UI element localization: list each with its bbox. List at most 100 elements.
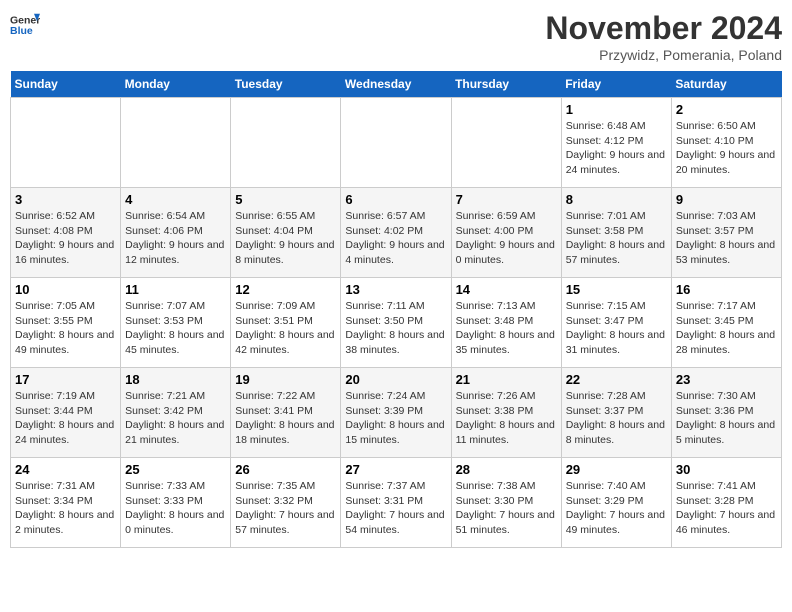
day-number: 4	[125, 192, 226, 207]
day-number: 14	[456, 282, 557, 297]
day-info: Sunrise: 6:54 AMSunset: 4:06 PMDaylight:…	[125, 209, 226, 268]
day-info: Sunrise: 7:38 AMSunset: 3:30 PMDaylight:…	[456, 479, 557, 538]
day-info: Sunrise: 7:24 AMSunset: 3:39 PMDaylight:…	[345, 389, 446, 448]
day-cell: 28 Sunrise: 7:38 AMSunset: 3:30 PMDayligh…	[451, 458, 561, 548]
day-header-monday: Monday	[121, 71, 231, 98]
day-number: 13	[345, 282, 446, 297]
day-cell	[11, 98, 121, 188]
day-number: 28	[456, 462, 557, 477]
day-cell	[121, 98, 231, 188]
month-title: November 2024	[545, 10, 782, 47]
day-info: Sunrise: 6:48 AMSunset: 4:12 PMDaylight:…	[566, 119, 667, 178]
calendar-table: SundayMondayTuesdayWednesdayThursdayFrid…	[10, 71, 782, 548]
day-info: Sunrise: 7:41 AMSunset: 3:28 PMDaylight:…	[676, 479, 777, 538]
day-number: 6	[345, 192, 446, 207]
day-number: 11	[125, 282, 226, 297]
day-info: Sunrise: 6:57 AMSunset: 4:02 PMDaylight:…	[345, 209, 446, 268]
day-header-saturday: Saturday	[671, 71, 781, 98]
subtitle: Przywidz, Pomerania, Poland	[545, 47, 782, 63]
day-info: Sunrise: 7:28 AMSunset: 3:37 PMDaylight:…	[566, 389, 667, 448]
week-row-2: 3 Sunrise: 6:52 AMSunset: 4:08 PMDaylight…	[11, 188, 782, 278]
day-info: Sunrise: 7:17 AMSunset: 3:45 PMDaylight:…	[676, 299, 777, 358]
day-cell: 11 Sunrise: 7:07 AMSunset: 3:53 PMDayligh…	[121, 278, 231, 368]
day-cell: 29 Sunrise: 7:40 AMSunset: 3:29 PMDayligh…	[561, 458, 671, 548]
day-number: 22	[566, 372, 667, 387]
day-cell: 14 Sunrise: 7:13 AMSunset: 3:48 PMDayligh…	[451, 278, 561, 368]
day-cell: 4 Sunrise: 6:54 AMSunset: 4:06 PMDaylight…	[121, 188, 231, 278]
day-cell: 23 Sunrise: 7:30 AMSunset: 3:36 PMDayligh…	[671, 368, 781, 458]
week-row-1: 1 Sunrise: 6:48 AMSunset: 4:12 PMDaylight…	[11, 98, 782, 188]
day-number: 7	[456, 192, 557, 207]
week-row-3: 10 Sunrise: 7:05 AMSunset: 3:55 PMDayligh…	[11, 278, 782, 368]
day-number: 8	[566, 192, 667, 207]
day-cell: 7 Sunrise: 6:59 AMSunset: 4:00 PMDaylight…	[451, 188, 561, 278]
day-info: Sunrise: 7:40 AMSunset: 3:29 PMDaylight:…	[566, 479, 667, 538]
day-number: 10	[15, 282, 116, 297]
day-number: 26	[235, 462, 336, 477]
day-info: Sunrise: 7:13 AMSunset: 3:48 PMDaylight:…	[456, 299, 557, 358]
day-cell: 26 Sunrise: 7:35 AMSunset: 3:32 PMDayligh…	[231, 458, 341, 548]
day-info: Sunrise: 7:19 AMSunset: 3:44 PMDaylight:…	[15, 389, 116, 448]
day-info: Sunrise: 7:37 AMSunset: 3:31 PMDaylight:…	[345, 479, 446, 538]
day-info: Sunrise: 6:55 AMSunset: 4:04 PMDaylight:…	[235, 209, 336, 268]
day-cell: 15 Sunrise: 7:15 AMSunset: 3:47 PMDayligh…	[561, 278, 671, 368]
day-cell: 25 Sunrise: 7:33 AMSunset: 3:33 PMDayligh…	[121, 458, 231, 548]
week-row-5: 24Sunrise: 7:31 AMSunset: 3:34 PMDayligh…	[11, 458, 782, 548]
day-info: Sunrise: 7:11 AMSunset: 3:50 PMDaylight:…	[345, 299, 446, 358]
day-cell: 2 Sunrise: 6:50 AMSunset: 4:10 PMDaylight…	[671, 98, 781, 188]
calendar-header-row: SundayMondayTuesdayWednesdayThursdayFrid…	[11, 71, 782, 98]
day-info: Sunrise: 7:26 AMSunset: 3:38 PMDaylight:…	[456, 389, 557, 448]
day-header-thursday: Thursday	[451, 71, 561, 98]
day-info: Sunrise: 7:07 AMSunset: 3:53 PMDaylight:…	[125, 299, 226, 358]
day-number: 17	[15, 372, 116, 387]
day-number: 1	[566, 102, 667, 117]
day-cell: 24Sunrise: 7:31 AMSunset: 3:34 PMDayligh…	[11, 458, 121, 548]
day-info: Sunrise: 7:31 AMSunset: 3:34 PMDaylight:…	[15, 479, 116, 538]
day-info: Sunrise: 6:50 AMSunset: 4:10 PMDaylight:…	[676, 119, 777, 178]
day-number: 19	[235, 372, 336, 387]
day-info: Sunrise: 6:52 AMSunset: 4:08 PMDaylight:…	[15, 209, 116, 268]
day-info: Sunrise: 7:03 AMSunset: 3:57 PMDaylight:…	[676, 209, 777, 268]
day-number: 29	[566, 462, 667, 477]
day-cell: 20 Sunrise: 7:24 AMSunset: 3:39 PMDayligh…	[341, 368, 451, 458]
day-number: 12	[235, 282, 336, 297]
logo: General Blue	[10, 10, 40, 40]
day-cell: 1 Sunrise: 6:48 AMSunset: 4:12 PMDaylight…	[561, 98, 671, 188]
day-number: 15	[566, 282, 667, 297]
day-number: 20	[345, 372, 446, 387]
day-cell: 30 Sunrise: 7:41 AMSunset: 3:28 PMDayligh…	[671, 458, 781, 548]
title-area: November 2024 Przywidz, Pomerania, Polan…	[545, 10, 782, 63]
day-info: Sunrise: 7:35 AMSunset: 3:32 PMDaylight:…	[235, 479, 336, 538]
day-number: 18	[125, 372, 226, 387]
day-cell: 10 Sunrise: 7:05 AMSunset: 3:55 PMDayligh…	[11, 278, 121, 368]
day-number: 2	[676, 102, 777, 117]
day-info: Sunrise: 6:59 AMSunset: 4:00 PMDaylight:…	[456, 209, 557, 268]
day-number: 3	[15, 192, 116, 207]
day-cell: 27 Sunrise: 7:37 AMSunset: 3:31 PMDayligh…	[341, 458, 451, 548]
day-info: Sunrise: 7:30 AMSunset: 3:36 PMDaylight:…	[676, 389, 777, 448]
day-header-wednesday: Wednesday	[341, 71, 451, 98]
day-cell: 16 Sunrise: 7:17 AMSunset: 3:45 PMDayligh…	[671, 278, 781, 368]
logo-icon: General Blue	[10, 10, 40, 40]
day-number: 30	[676, 462, 777, 477]
day-number: 16	[676, 282, 777, 297]
day-info: Sunrise: 7:05 AMSunset: 3:55 PMDaylight:…	[15, 299, 116, 358]
day-number: 23	[676, 372, 777, 387]
day-cell	[451, 98, 561, 188]
day-info: Sunrise: 7:15 AMSunset: 3:47 PMDaylight:…	[566, 299, 667, 358]
day-info: Sunrise: 7:01 AMSunset: 3:58 PMDaylight:…	[566, 209, 667, 268]
day-number: 25	[125, 462, 226, 477]
day-cell: 9Sunrise: 7:03 AMSunset: 3:57 PMDaylight…	[671, 188, 781, 278]
day-info: Sunrise: 7:21 AMSunset: 3:42 PMDaylight:…	[125, 389, 226, 448]
day-info: Sunrise: 7:22 AMSunset: 3:41 PMDaylight:…	[235, 389, 336, 448]
day-header-sunday: Sunday	[11, 71, 121, 98]
day-cell: 18 Sunrise: 7:21 AMSunset: 3:42 PMDayligh…	[121, 368, 231, 458]
day-info: Sunrise: 7:33 AMSunset: 3:33 PMDaylight:…	[125, 479, 226, 538]
day-header-tuesday: Tuesday	[231, 71, 341, 98]
day-cell: 21Sunrise: 7:26 AMSunset: 3:38 PMDayligh…	[451, 368, 561, 458]
day-cell: 3 Sunrise: 6:52 AMSunset: 4:08 PMDaylight…	[11, 188, 121, 278]
day-number: 27	[345, 462, 446, 477]
day-cell	[231, 98, 341, 188]
calendar-body: 1 Sunrise: 6:48 AMSunset: 4:12 PMDaylight…	[11, 98, 782, 548]
day-cell: 6 Sunrise: 6:57 AMSunset: 4:02 PMDaylight…	[341, 188, 451, 278]
